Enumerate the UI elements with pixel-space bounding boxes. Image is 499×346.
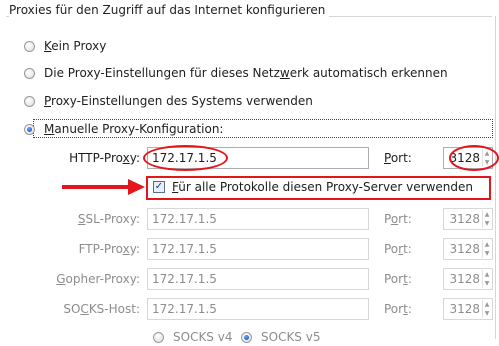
radio-label: SOCKS v5 [261,330,321,344]
radio-button[interactable] [24,95,35,107]
radio-system-proxy[interactable]: Proxy-Einstellungen des Systems verwende… [24,92,313,110]
socks-port-input[interactable]: 3128 ▲ ▼ [443,298,493,320]
radio-button[interactable] [24,67,35,79]
radio-button[interactable] [24,40,35,52]
socks-host-input[interactable]: 172.17.1.5 [147,298,369,320]
share-proxy-checkbox[interactable]: ✓ [153,181,165,193]
spin-up-icon[interactable]: ▲ [482,240,491,249]
share-proxy-checkbox-row[interactable]: ✓ Für alle Protokolle diesen Proxy-Serve… [153,180,473,194]
radio-label: SOCKS v4 [173,330,233,344]
radio-manual-proxy[interactable]: Manuelle Proxy-Konfiguration: [24,120,223,138]
port-spinner[interactable]: ▲ ▼ [482,240,491,258]
socks-port-label: Port: [384,302,412,316]
gopher-proxy-label: Gopher-Proxy: [56,272,140,286]
gopher-port-label: Port: [384,272,412,286]
spin-up-icon[interactable]: ▲ [482,300,491,309]
ssl-proxy-label: SSL-Proxy: [77,212,140,226]
annotation-ellipse-port [449,145,499,171]
port-spinner[interactable]: ▲ ▼ [482,210,491,228]
ftp-port-input[interactable]: 3128 ▲ ▼ [443,238,493,260]
gopher-port-input[interactable]: 3128 ▲ ▼ [443,268,493,290]
http-proxy-label: HTTP-Proxy: [69,151,140,165]
gopher-proxy-input[interactable]: 172.17.1.5 [147,268,369,290]
group-title: Proxies für den Zugriff auf das Internet… [9,3,330,17]
radio-no-proxy[interactable]: Kein Proxy [24,37,106,55]
share-proxy-label: Für alle Protokolle diesen Proxy-Server … [172,180,474,194]
radio-button-selected[interactable] [241,331,252,343]
radio-auto-detect[interactable]: Die Proxy-Einstellungen für dieses Netzw… [24,64,448,82]
ftp-proxy-input[interactable]: 172.17.1.5 [147,238,369,260]
radio-label: Proxy-Einstellungen des Systems verwende… [44,94,313,108]
radio-label: Kein Proxy [44,39,107,53]
spin-down-icon[interactable]: ▼ [482,309,491,318]
spin-down-icon[interactable]: ▼ [482,219,491,228]
radio-button-selected[interactable] [24,123,35,135]
radio-label: Manuelle Proxy-Konfiguration: [44,122,224,136]
spin-up-icon[interactable]: ▲ [482,270,491,279]
ssl-proxy-input[interactable]: 172.17.1.5 [147,208,369,230]
socks-host-label: SOCKS-Host: [63,302,140,316]
ssl-port-label: Port: [384,212,412,226]
port-spinner[interactable]: ▲ ▼ [482,270,491,288]
ftp-proxy-label: FTP-Proxy: [78,242,140,256]
annotation-ellipse-http [143,145,228,171]
radio-socks-v5[interactable]: SOCKS v5 [241,328,320,346]
port-spinner[interactable]: ▲ ▼ [482,300,491,318]
spin-down-icon[interactable]: ▼ [482,249,491,258]
right-arrow-icon [62,179,145,195]
ftp-port-label: Port: [384,242,412,256]
radio-socks-v4[interactable]: SOCKS v4 [153,328,232,346]
spin-up-icon[interactable]: ▲ [482,210,491,219]
group-border-right [495,16,496,339]
ssl-port-input[interactable]: 3128 ▲ ▼ [443,208,493,230]
spin-down-icon[interactable]: ▼ [482,279,491,288]
radio-button[interactable] [153,331,164,343]
http-port-label: Port: [384,151,412,165]
radio-label: Die Proxy-Einstellungen für dieses Netzw… [44,66,448,80]
